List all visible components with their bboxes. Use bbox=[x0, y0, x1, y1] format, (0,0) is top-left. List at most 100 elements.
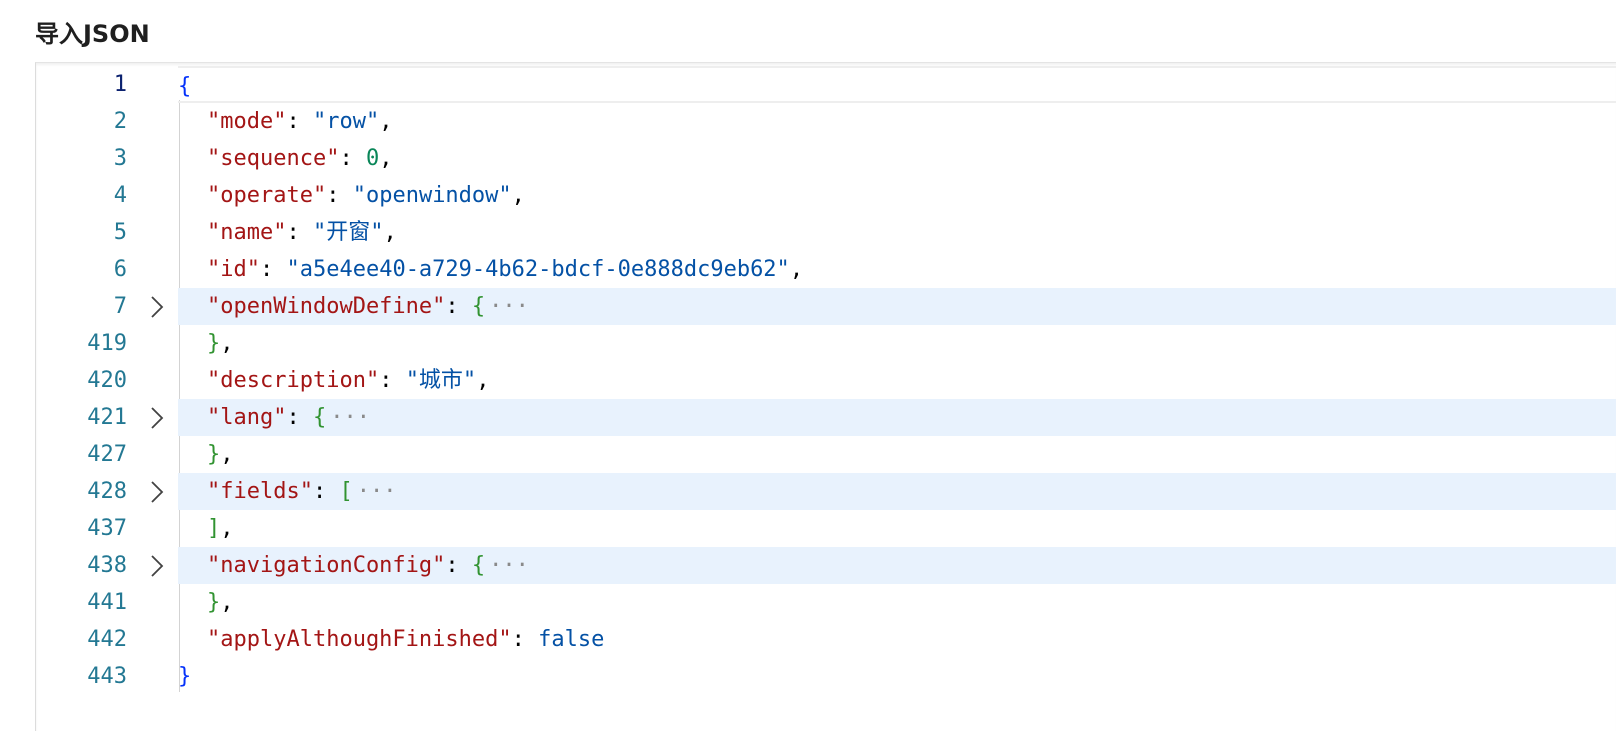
json-key: "openWindowDefine" bbox=[207, 294, 446, 319]
folded-ellipsis: ··· bbox=[330, 405, 370, 430]
colon: : bbox=[259, 257, 287, 282]
code-line[interactable]: 438 "navigationConfig": {··· bbox=[36, 547, 1616, 584]
chevron-right-icon[interactable] bbox=[143, 399, 171, 436]
comma: , bbox=[220, 590, 234, 615]
json-bracket: } bbox=[207, 442, 221, 467]
comma: , bbox=[220, 516, 234, 541]
json-editor[interactable]: 1{2 "mode": "row", 3 "sequence": 0, 4 "operat… bbox=[35, 62, 1616, 731]
code-content[interactable]: "navigationConfig": {··· bbox=[178, 547, 1616, 584]
code-line[interactable]: 442 "applyAlthoughFinished": false bbox=[36, 621, 1616, 658]
json-key: "mode" bbox=[207, 109, 287, 134]
code-content[interactable]: "operate": "openwindow", bbox=[178, 177, 1616, 214]
code-content[interactable]: }, bbox=[178, 325, 1616, 362]
comma: , bbox=[383, 220, 397, 245]
line-number: 427 bbox=[87, 442, 127, 467]
colon: : bbox=[445, 553, 472, 578]
code-content[interactable]: "fields": [··· bbox=[178, 473, 1616, 510]
comma: , bbox=[789, 257, 804, 282]
colon: : bbox=[286, 405, 313, 430]
folded-ellipsis: ··· bbox=[489, 553, 529, 578]
code-content[interactable]: "id": "a5e4ee40-a729-4b62-bdcf-0e888dc9e… bbox=[178, 251, 1616, 288]
line-number: 437 bbox=[87, 516, 127, 541]
comma: , bbox=[220, 442, 234, 467]
json-bracket: } bbox=[207, 590, 221, 615]
line-number: 441 bbox=[87, 590, 127, 615]
comma: , bbox=[379, 109, 393, 134]
json-bracket: { bbox=[471, 294, 486, 319]
line-number: 420 bbox=[87, 368, 127, 393]
json-value: false bbox=[538, 627, 605, 652]
json-key: "fields" bbox=[207, 479, 313, 504]
colon: : bbox=[326, 183, 353, 208]
line-number: 428 bbox=[87, 479, 127, 504]
code-line[interactable]: 421 "lang": {··· bbox=[36, 399, 1616, 436]
code-content[interactable]: { bbox=[178, 66, 1616, 103]
code-content[interactable]: }, bbox=[178, 584, 1616, 621]
comma: , bbox=[511, 183, 525, 208]
folded-ellipsis: ··· bbox=[356, 479, 397, 504]
code-line[interactable]: 1{ bbox=[36, 66, 1616, 103]
code-line[interactable]: 441}, bbox=[36, 584, 1616, 621]
json-bracket: ] bbox=[207, 516, 221, 541]
code-line[interactable]: 427}, bbox=[36, 436, 1616, 473]
line-number: 3 bbox=[113, 146, 127, 171]
json-value: 0 bbox=[365, 146, 380, 171]
comma: , bbox=[379, 146, 393, 171]
json-bracket: [ bbox=[339, 479, 353, 504]
colon: : bbox=[312, 479, 340, 504]
line-number: 1 bbox=[113, 72, 127, 97]
json-bracket: { bbox=[471, 553, 486, 578]
colon: : bbox=[286, 220, 313, 245]
code-content[interactable]: }, bbox=[178, 436, 1616, 473]
line-number: 7 bbox=[113, 294, 127, 319]
json-value: "a5e4ee40-a729-4b62-bdcf-0e888dc9eb62" bbox=[286, 257, 790, 282]
code-line[interactable]: 2 "mode": "row", bbox=[36, 103, 1616, 140]
json-bracket: { bbox=[312, 405, 327, 430]
json-key: "name" bbox=[207, 220, 287, 245]
code-content[interactable]: } bbox=[178, 658, 1616, 695]
colon: : bbox=[511, 627, 539, 652]
colon: : bbox=[286, 109, 313, 134]
code-content[interactable]: "openWindowDefine": {··· bbox=[178, 288, 1616, 325]
code-line[interactable]: 420 "description": "城市", bbox=[36, 362, 1616, 399]
colon: : bbox=[445, 294, 472, 319]
json-key: "id" bbox=[207, 257, 260, 282]
chevron-right-icon[interactable] bbox=[143, 473, 171, 510]
json-key: "sequence" bbox=[207, 146, 340, 171]
json-key: "applyAlthoughFinished" bbox=[207, 627, 512, 652]
line-number: 6 bbox=[113, 257, 127, 282]
json-value: "开窗" bbox=[312, 220, 384, 245]
line-number: 442 bbox=[87, 627, 127, 652]
brace-close: } bbox=[178, 664, 192, 689]
code-content[interactable]: "name": "开窗", bbox=[178, 214, 1616, 251]
code-content[interactable]: ], bbox=[178, 510, 1616, 547]
line-number: 419 bbox=[87, 331, 127, 356]
json-key: "navigationConfig" bbox=[207, 553, 446, 578]
colon: : bbox=[339, 146, 366, 171]
comma: , bbox=[220, 331, 234, 356]
chevron-right-icon[interactable] bbox=[143, 288, 171, 325]
code-content[interactable]: "description": "城市", bbox=[178, 362, 1616, 399]
code-line[interactable]: 6 "id": "a5e4ee40-a729-4b62-bdcf-0e888dc9… bbox=[36, 251, 1616, 288]
json-value: "城市" bbox=[405, 368, 477, 393]
code-line[interactable]: 443} bbox=[36, 658, 1616, 695]
code-line[interactable]: 3 "sequence": 0, bbox=[36, 140, 1616, 177]
json-key: "lang" bbox=[207, 405, 287, 430]
code-line[interactable]: 428 "fields": [··· bbox=[36, 473, 1616, 510]
json-key: "description" bbox=[207, 368, 380, 393]
code-line[interactable]: 4 "operate": "openwindow", bbox=[36, 177, 1616, 214]
code-content[interactable]: "sequence": 0, bbox=[178, 140, 1616, 177]
json-key: "operate" bbox=[207, 183, 327, 208]
code-content[interactable]: "applyAlthoughFinished": false bbox=[178, 621, 1616, 658]
json-value: "row" bbox=[312, 109, 380, 134]
line-number: 5 bbox=[113, 220, 127, 245]
line-number: 443 bbox=[87, 664, 127, 689]
code-line[interactable]: 419}, bbox=[36, 325, 1616, 362]
line-number: 421 bbox=[87, 405, 127, 430]
chevron-right-icon[interactable] bbox=[143, 547, 171, 584]
code-line[interactable]: 5 "name": "开窗", bbox=[36, 214, 1616, 251]
code-line[interactable]: 437], bbox=[36, 510, 1616, 547]
code-content[interactable]: "lang": {··· bbox=[178, 399, 1616, 436]
code-line[interactable]: 7 "openWindowDefine": {··· bbox=[36, 288, 1616, 325]
code-content[interactable]: "mode": "row", bbox=[178, 103, 1616, 140]
